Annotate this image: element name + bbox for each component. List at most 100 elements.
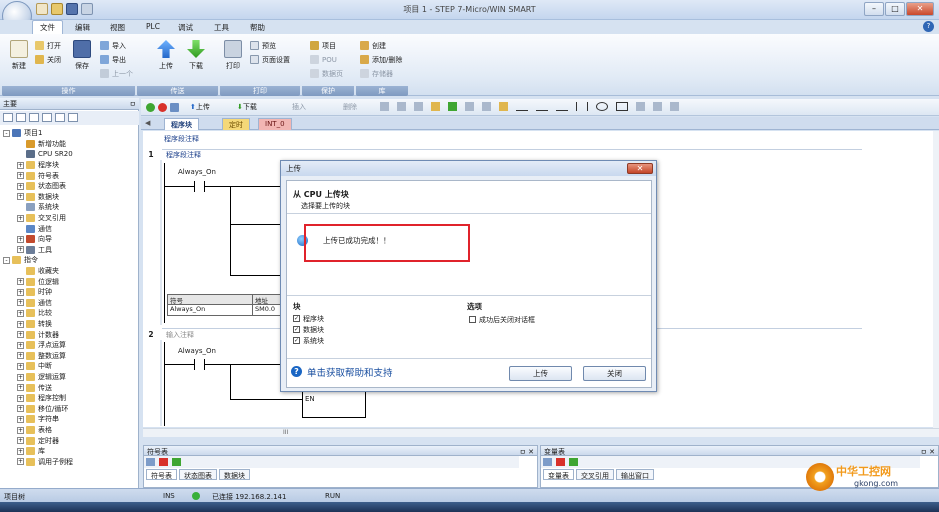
add-remove-library-button[interactable]: 添加/删除 <box>360 54 402 65</box>
expand-icon[interactable]: + <box>17 309 24 317</box>
project-protect-button[interactable]: 项目 <box>310 40 336 51</box>
tree-item[interactable]: + 整数运算 <box>17 351 66 362</box>
expand-icon[interactable]: + <box>17 384 24 392</box>
pou-protect-button[interactable]: POU <box>310 54 337 65</box>
symbol-tool-icon[interactable] <box>172 458 181 466</box>
expand-icon[interactable]: + <box>17 278 24 286</box>
dialog-upload-button[interactable]: 上传 <box>509 366 572 381</box>
checkbox-box[interactable]: ✓ <box>293 315 300 322</box>
tab-output-window[interactable]: 输出窗口 <box>616 469 654 480</box>
tree-item[interactable]: + 位逻辑 <box>17 276 59 287</box>
close-button[interactable]: 关闭 <box>35 54 61 65</box>
tree-item[interactable]: + 转换 <box>17 319 52 330</box>
toolbar-insert[interactable]: 插入 <box>292 102 306 112</box>
tree-item[interactable]: + 计数器 <box>17 329 59 340</box>
expand-icon[interactable]: + <box>17 161 24 169</box>
checkbox-data-block[interactable]: ✓ 数据块 <box>293 324 324 335</box>
expand-icon[interactable]: + <box>17 320 24 328</box>
ladder-tool-icon[interactable] <box>653 102 662 111</box>
ladder-tool-icon[interactable] <box>414 102 423 111</box>
expand-icon[interactable]: + <box>17 172 24 180</box>
tree-tool-2-icon[interactable] <box>16 113 26 122</box>
variable-panel-controls[interactable]: ㅁ ✕ <box>920 447 935 457</box>
quick-save-icon[interactable] <box>66 3 78 15</box>
expand-icon[interactable]: + <box>17 447 24 455</box>
ladder-tool-icon[interactable] <box>431 102 440 111</box>
tree-item[interactable]: + 通信 <box>17 298 52 309</box>
help-icon[interactable]: ? <box>923 21 934 32</box>
tree-item[interactable]: + 浮点运算 <box>17 340 66 351</box>
stop-icon[interactable] <box>158 103 167 112</box>
menu-help[interactable]: 帮助 <box>243 21 272 34</box>
symbol-delete-icon[interactable] <box>159 458 168 466</box>
network-2-comment[interactable]: 输入注释 <box>166 330 194 340</box>
contact-icon[interactable] <box>576 102 588 111</box>
ladder-tool-icon[interactable] <box>482 102 491 111</box>
tree-item[interactable]: CPU SR20 <box>17 149 73 160</box>
import-button[interactable]: 导入 <box>100 40 126 51</box>
datapage-protect-button[interactable]: 数据页 <box>310 68 343 79</box>
help-link[interactable]: 单击获取帮助和支持 <box>307 365 393 379</box>
program-comment[interactable]: 程序段注释 <box>164 134 199 144</box>
expand-icon[interactable]: + <box>17 415 24 423</box>
tab-program-block[interactable]: 程序块 <box>164 118 199 130</box>
dialog-close-icon[interactable]: ✕ <box>627 163 653 174</box>
tab-timer[interactable]: 定时 <box>222 118 250 130</box>
tree-item[interactable]: 收藏夹 <box>17 266 59 277</box>
tree-tool-6-icon[interactable] <box>68 113 78 122</box>
tree-item[interactable]: + 表格 <box>17 425 52 436</box>
variable-delete-icon[interactable] <box>556 458 565 466</box>
tree-tool-3-icon[interactable] <box>29 113 39 122</box>
close-window-button[interactable]: ✕ <box>906 2 934 16</box>
ladder-tool-icon[interactable] <box>465 102 474 111</box>
tree-item[interactable]: + 逻辑运算 <box>17 372 66 383</box>
tree-item[interactable]: + 移位/循环 <box>17 404 68 415</box>
box-icon[interactable] <box>616 102 628 111</box>
tab-cross-reference[interactable]: 交叉引用 <box>576 469 614 480</box>
expand-icon[interactable]: + <box>17 373 24 381</box>
scroll-thumb[interactable]: III <box>283 429 288 436</box>
menu-view[interactable]: 视图 <box>103 21 132 34</box>
create-library-button[interactable]: 创建 <box>360 40 386 51</box>
collapse-icon[interactable]: - <box>3 256 10 264</box>
ladder-tool-icon[interactable] <box>380 102 389 111</box>
line-tool-icon[interactable] <box>556 102 568 111</box>
ladder-tool-icon[interactable] <box>499 102 508 111</box>
expand-icon[interactable]: + <box>17 214 24 222</box>
toolbar-delete[interactable]: 删除 <box>343 102 357 112</box>
tree-item[interactable]: + 库 <box>17 446 45 457</box>
menu-tools[interactable]: 工具 <box>207 21 236 34</box>
download-button[interactable]: 下载 <box>183 40 209 71</box>
line-tool-icon[interactable] <box>516 102 528 111</box>
editor-vertical-scrollbar[interactable] <box>933 131 939 431</box>
previous-button[interactable]: 上一个 <box>100 68 133 79</box>
pin-icon[interactable]: ㅁ <box>130 99 136 109</box>
tab-symbol-table[interactable]: 符号表 <box>146 469 177 480</box>
expand-icon[interactable]: + <box>17 299 24 307</box>
expand-icon[interactable]: + <box>17 246 24 254</box>
tree-item[interactable]: + 调用子例程 <box>17 457 73 468</box>
save-button[interactable]: 保存 <box>69 40 95 71</box>
export-button[interactable]: 导出 <box>100 54 126 65</box>
expand-icon[interactable]: + <box>17 352 24 360</box>
tab-status-chart[interactable]: 状态图表 <box>179 469 217 480</box>
tree-item[interactable]: + 交叉引用 <box>17 213 66 224</box>
upload-button[interactable]: 上传 <box>153 40 179 71</box>
tree-item[interactable]: 系统块 <box>17 202 59 213</box>
ladder-tool-icon[interactable] <box>670 102 679 111</box>
tree-item[interactable]: + 字符串 <box>17 414 59 425</box>
checkbox-box[interactable]: ✓ <box>293 337 300 344</box>
tree-item[interactable]: + 数据块 <box>17 192 59 203</box>
symbol-tool-icon[interactable] <box>146 458 155 466</box>
collapse-icon[interactable]: - <box>3 129 10 137</box>
tree-item[interactable]: - 项目1 <box>3 128 42 139</box>
tree-item[interactable]: + 状态图表 <box>17 181 66 192</box>
coil-icon[interactable] <box>596 102 608 111</box>
expand-icon[interactable]: + <box>17 458 24 466</box>
maximize-button[interactable]: □ <box>885 2 905 16</box>
tree-item[interactable]: + 程序块 <box>17 160 59 171</box>
expand-icon[interactable]: + <box>17 193 24 201</box>
quick-print-icon[interactable] <box>81 3 93 15</box>
minimize-button[interactable]: – <box>864 2 884 16</box>
quick-new-icon[interactable] <box>36 3 48 15</box>
